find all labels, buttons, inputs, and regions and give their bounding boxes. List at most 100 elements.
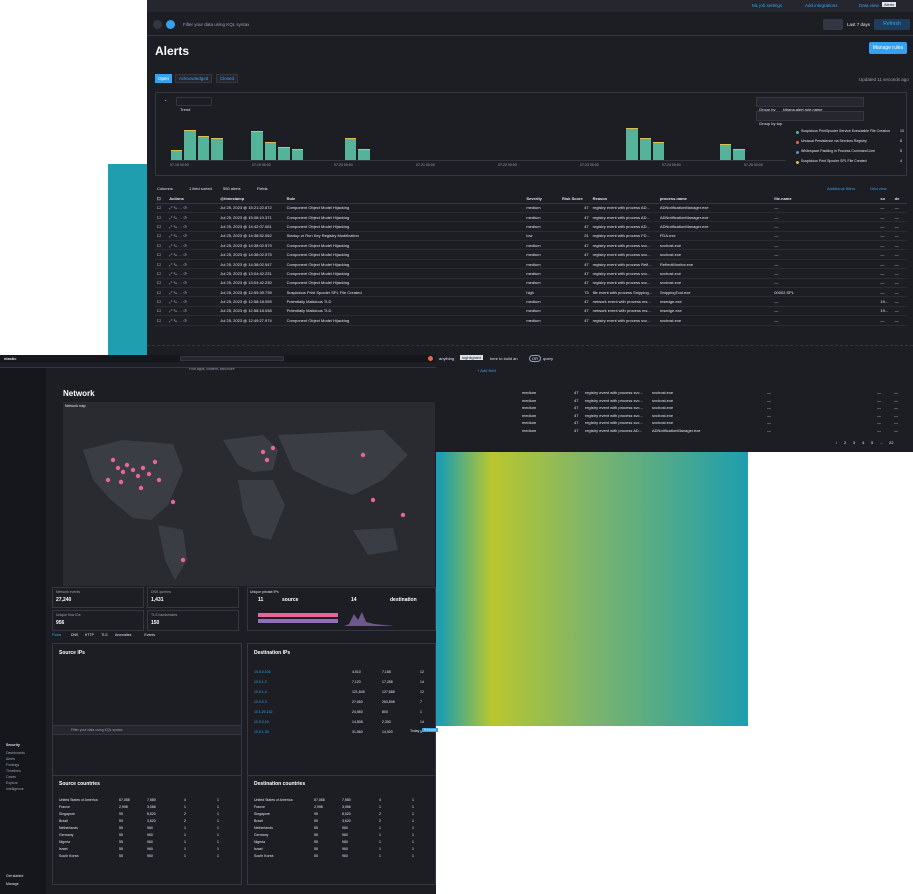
table-row[interactable]: Israel 55 960 1 1 xyxy=(59,847,237,853)
row-actions[interactable]: ⤢ ✎ ⋯ ◷ xyxy=(167,278,219,289)
data-view-selector[interactable]: Alerts xyxy=(882,2,897,7)
tab-closed[interactable]: Closed xyxy=(216,74,239,83)
map-pin[interactable] xyxy=(264,457,270,463)
network-sub-tab[interactable]: Events xyxy=(144,633,155,637)
row-actions[interactable]: ⤢ ✎ ⋯ ◷ xyxy=(167,240,219,251)
table-row[interactable]: 10.0.0.104 4,510 7,168 12 xyxy=(254,670,432,679)
row-actions[interactable]: ⤢ ✎ ⋯ ◷ xyxy=(167,249,219,260)
table-row[interactable]: ☐ ⤢ ✎ ⋯ ◷ Jul 25, 2023 @ 14:38:52.062 Start… xyxy=(155,231,907,242)
table-row[interactable]: 10.1.20.142 24,560 800 1 xyxy=(254,710,432,719)
legend-item[interactable]: Whitespace Padding in Process Command Li… xyxy=(796,149,906,158)
table-row[interactable]: medium 47 registry event with process svc.… xyxy=(522,420,907,427)
network-map[interactable]: Network map xyxy=(63,402,435,586)
trend-selector[interactable]: Trend xyxy=(176,97,212,112)
table-row[interactable]: ☐ ⤢ ✎ ⋯ ◷ Jul 25, 2023 @ 14:38:02.579 Compo… xyxy=(155,240,907,251)
sidebar-item[interactable]: Cases xyxy=(6,775,16,779)
table-row[interactable]: South Korea 55 960 1 1 xyxy=(59,854,237,860)
table-row[interactable]: medium 47 registry event with process svc.… xyxy=(522,398,907,405)
table-row[interactable]: ☐ ⤢ ✎ ⋯ ◷ Jul 25, 2023 @ 15:21:22.872 Compo… xyxy=(155,203,907,213)
map-pin[interactable] xyxy=(140,465,146,471)
map-pin[interactable] xyxy=(156,477,162,483)
select-all-checkbox[interactable]: ☐ xyxy=(155,195,168,204)
cell-rule[interactable]: Component Object Model Hijacking xyxy=(284,221,525,232)
table-row[interactable]: Singapore 95 8,520 2 1 xyxy=(254,812,432,818)
table-row[interactable]: United States of America 67,088 7,580 4 1 xyxy=(254,798,432,804)
map-pin[interactable] xyxy=(152,459,158,465)
table-row[interactable]: 10.0.0.3 27,650 263,898 7 xyxy=(254,700,432,709)
map-pin[interactable] xyxy=(180,557,186,563)
map-pin[interactable] xyxy=(138,485,144,491)
row-actions[interactable]: ⤢ ✎ ⋯ ◷ xyxy=(167,259,219,270)
row-checkbox[interactable]: ☐ xyxy=(155,268,168,279)
row-checkbox[interactable]: ☐ xyxy=(155,221,168,232)
sidebar-item[interactable]: Intelligence xyxy=(6,787,24,791)
col-process-name[interactable]: process.name xyxy=(657,195,773,204)
row-actions[interactable]: ⤢ ✎ ⋯ ◷ xyxy=(167,315,219,326)
table-row[interactable]: medium 47 registry event with process AD..… xyxy=(522,428,907,435)
table-row[interactable]: ☐ ⤢ ✎ ⋯ ◷ Jul 25, 2023 @ 14:38:02.547 Compo… xyxy=(155,259,907,270)
cell-rule[interactable]: Component Object Model Hijacking xyxy=(284,249,525,260)
network-sub-tab[interactable]: TLS xyxy=(101,633,107,637)
table-row[interactable]: medium 47 registry event with process svc.… xyxy=(522,390,907,397)
col-risk-score[interactable]: Risk Score xyxy=(560,195,591,204)
map-pin[interactable] xyxy=(118,479,124,485)
col-severity[interactable]: Severity xyxy=(524,195,561,204)
sidebar-item[interactable]: Explore xyxy=(6,781,18,785)
row-checkbox[interactable]: ☐ xyxy=(155,296,168,307)
row-checkbox[interactable]: ☐ xyxy=(155,212,168,223)
chevron-down-icon[interactable]: ⌄ xyxy=(164,97,167,102)
cell-rule[interactable]: Component Object Model Hijacking xyxy=(284,259,525,270)
filter-menu-icon[interactable] xyxy=(153,20,162,29)
row-actions[interactable]: ⤢ ✎ ⋯ ◷ xyxy=(167,268,219,279)
cell-rule[interactable]: Component Object Model Hijacking xyxy=(284,203,525,213)
network-today[interactable]: Today xyxy=(410,729,419,733)
map-pin[interactable] xyxy=(146,471,152,477)
table-row[interactable]: Brazil 59 3,620 2 1 xyxy=(254,819,432,825)
sidebar-get-started[interactable]: Get started xyxy=(6,874,23,878)
page-link[interactable]: 2 xyxy=(844,440,846,445)
alerts-search-input[interactable]: Filter your data using KQL syntax xyxy=(183,22,249,27)
table-row[interactable]: Israel 55 960 1 1 xyxy=(254,847,432,853)
table-row[interactable]: ☐ ⤢ ✎ ⋯ ◷ Jul 25, 2023 @ 13:04:42.230 Compo… xyxy=(155,278,907,289)
page-link[interactable]: 1 xyxy=(835,440,837,445)
table-row[interactable]: ☐ ⤢ ✎ ⋯ ◷ Jul 25, 2023 @ 14:38:02.575 Compo… xyxy=(155,249,907,260)
table-row[interactable]: ☐ ⤢ ✎ ⋯ ◷ Jul 25, 2023 @ 14:42:07.061 Compo… xyxy=(155,221,907,232)
legend-item[interactable]: Suspicious Print Spooler SPL File Create… xyxy=(796,159,906,168)
page-link[interactable]: 4 xyxy=(862,440,864,445)
table-row[interactable]: United States of America 67,088 7,580 4 1 xyxy=(59,798,237,804)
cell-ip[interactable]: 10.0.1.4 xyxy=(254,690,267,694)
map-pin[interactable] xyxy=(105,477,111,483)
map-pin[interactable] xyxy=(170,499,176,505)
ml-job-settings-link[interactable]: ML job settings xyxy=(752,3,782,8)
row-checkbox[interactable]: ☐ xyxy=(155,231,168,242)
cell-rule[interactable]: Component Object Model Hijacking xyxy=(284,278,525,289)
additional-filters-button[interactable]: Additional filters xyxy=(827,186,855,191)
row-actions[interactable]: ⤢ ✎ ⋯ ◷ xyxy=(167,287,219,298)
row-checkbox[interactable]: ☐ xyxy=(155,287,168,298)
sidebar-item[interactable]: Timelines xyxy=(6,769,21,773)
network-refresh-button[interactable]: Refresh xyxy=(422,728,439,732)
col-destination[interactable]: de xyxy=(892,195,907,204)
cell-rule[interactable]: Component Object Model Hijacking xyxy=(284,212,525,223)
row-checkbox[interactable]: ☐ xyxy=(155,315,168,326)
global-search-input[interactable]: Find apps, content, and more xyxy=(180,356,284,371)
columns-button[interactable]: Columns xyxy=(157,186,173,191)
world-map-canvas[interactable] xyxy=(63,410,435,586)
cell-rule[interactable]: Component Object Model Hijacking xyxy=(284,268,525,279)
network-sub-tab[interactable]: Anomalies xyxy=(115,633,131,637)
cell-ip[interactable]: 10.0.0.10 xyxy=(254,720,269,724)
cell-ip[interactable]: 10.0.0.104 xyxy=(254,670,271,674)
col-actions[interactable]: Actions xyxy=(167,195,219,204)
fields-button[interactable]: Fields xyxy=(257,186,268,191)
cell-rule[interactable]: Component Object Model Hijacking xyxy=(284,240,525,251)
date-range-picker[interactable]: Last 7 days xyxy=(847,22,870,27)
row-actions[interactable]: ⤢ ✎ ⋯ ◷ xyxy=(167,306,219,317)
col-source[interactable]: so xyxy=(878,195,893,204)
legend-item[interactable]: Suspicious PrintSpooler Service Executab… xyxy=(796,129,906,138)
map-pin[interactable] xyxy=(120,469,126,475)
table-row[interactable]: medium 47 registry event with process svc.… xyxy=(522,405,907,412)
table-row[interactable]: ☐ ⤢ ✎ ⋯ ◷ Jul 25, 2023 @ 12:58:18.058 Poten… xyxy=(155,306,907,317)
add-field-button[interactable]: + Add field xyxy=(477,368,496,373)
row-actions[interactable]: ⤢ ✎ ⋯ ◷ xyxy=(167,231,219,242)
cell-rule[interactable]: Potentially Malicious TLD xyxy=(284,296,525,307)
